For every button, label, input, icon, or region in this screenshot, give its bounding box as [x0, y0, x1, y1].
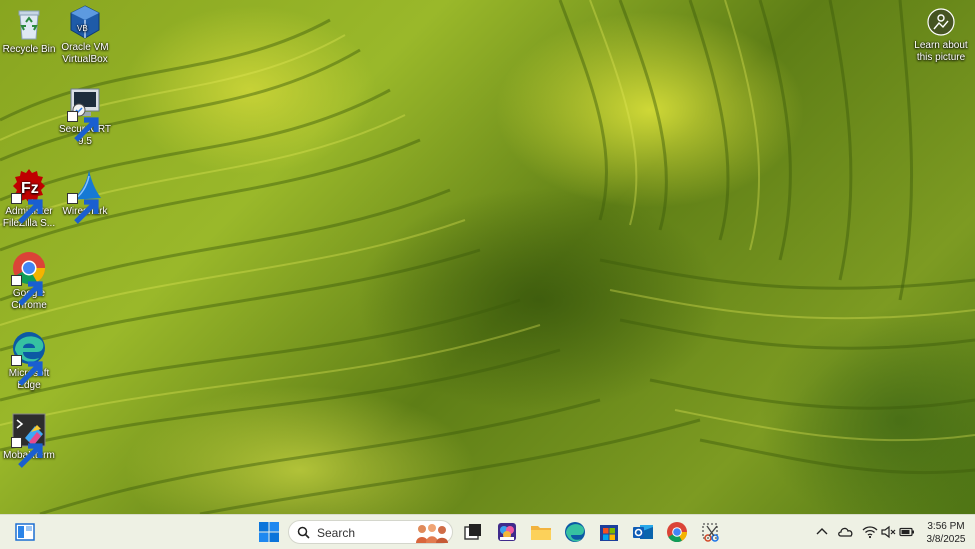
- task-view-icon: [464, 524, 481, 540]
- shortcut-arrow-icon: [11, 437, 43, 468]
- rice-terrace-image: [0, 0, 975, 514]
- shortcut-arrow-icon: [67, 111, 99, 142]
- volume-tray-button[interactable]: [880, 524, 896, 540]
- clock-date: 3/8/2025: [926, 534, 966, 545]
- wifi-icon: [862, 526, 878, 539]
- desktop-icon-virtualbox[interactable]: VB Oracle VM VirtualBox: [56, 4, 114, 66]
- desktop-icon-microsoft-edge[interactable]: Microsoft Edge: [0, 330, 58, 392]
- outlook-button[interactable]: [631, 520, 655, 544]
- snipping-tool-icon: [702, 523, 719, 542]
- learn-about-picture-button[interactable]: Learn about this picture: [910, 8, 972, 64]
- search-highlight-people-icon: [416, 524, 448, 543]
- onedrive-tray-button[interactable]: [838, 524, 854, 540]
- desktop-icon-mobaxterm[interactable]: MobaXterm: [0, 412, 58, 468]
- desktop-icon-label: Recycle Bin: [2, 44, 56, 55]
- desktop-icon-filezilla[interactable]: Fz Administer FileZilla S...: [0, 168, 58, 230]
- virtualbox-icon: VB: [67, 4, 103, 40]
- copilot-button[interactable]: [495, 520, 519, 544]
- shortcut-arrow-icon: [11, 193, 43, 224]
- wireshark-icon: [67, 168, 103, 224]
- start-button[interactable]: [257, 520, 281, 544]
- store-icon: [600, 525, 618, 541]
- chrome-taskbar-button[interactable]: [665, 520, 689, 544]
- svg-text:VB: VB: [77, 24, 88, 33]
- wifi-tray-button[interactable]: [862, 524, 878, 540]
- clock-time: 3:56 PM: [927, 521, 965, 532]
- outlook-icon: [633, 525, 653, 539]
- taskbar: Search 3:56 PM 3/8/2025: [0, 514, 975, 549]
- edge-taskbar-button[interactable]: [563, 520, 587, 544]
- search-placeholder: Search: [317, 526, 356, 540]
- windows-start-icon: [259, 522, 279, 542]
- mobaxterm-icon: [11, 412, 47, 468]
- edge-icon: [11, 330, 47, 386]
- filezilla-icon: Fz: [11, 168, 47, 224]
- shortcut-arrow-icon: [67, 193, 99, 224]
- desktop-wallpaper: [0, 0, 975, 514]
- desktop-icon-recycle-bin[interactable]: Recycle Bin: [0, 6, 58, 56]
- chrome-icon: [11, 250, 47, 306]
- chrome-icon: [667, 522, 688, 543]
- task-view-button[interactable]: [461, 520, 485, 544]
- desktop-icon-label: Oracle VM VirtualBox: [61, 42, 109, 65]
- shortcut-arrow-icon: [11, 275, 43, 306]
- volume-muted-icon: [881, 525, 896, 539]
- microsoft-store-button[interactable]: [597, 520, 621, 544]
- recycle-bin-icon: [11, 6, 47, 42]
- onedrive-cloud-icon: [838, 527, 853, 537]
- file-explorer-icon: [531, 526, 551, 540]
- snipping-tool-button[interactable]: [699, 520, 723, 544]
- chevron-up-icon: [816, 528, 828, 535]
- desktop-icon-google-chrome[interactable]: Google Chrome: [0, 250, 58, 312]
- desktop-icon-wireshark[interactable]: Wireshark: [56, 168, 114, 224]
- camera-info-icon: [927, 8, 955, 36]
- widgets-icon: [15, 523, 35, 541]
- shortcut-arrow-icon: [11, 355, 43, 386]
- search-icon: [297, 526, 310, 539]
- securecrt-icon: [67, 86, 103, 142]
- copilot-icon: [498, 523, 516, 541]
- edge-icon: [565, 522, 585, 542]
- desktop-icon-securecrt[interactable]: SecureCRT 9.5: [56, 86, 114, 148]
- file-explorer-button[interactable]: [529, 520, 553, 544]
- learn-about-picture-label: Learn about this picture: [914, 40, 968, 63]
- taskbar-search-box[interactable]: Search: [288, 520, 453, 544]
- widgets-button[interactable]: [13, 520, 37, 544]
- show-hidden-icons-button[interactable]: [814, 524, 830, 540]
- battery-tray-button[interactable]: [899, 524, 915, 540]
- taskbar-clock[interactable]: 3:56 PM 3/8/2025: [920, 520, 972, 546]
- battery-icon: [899, 527, 914, 537]
